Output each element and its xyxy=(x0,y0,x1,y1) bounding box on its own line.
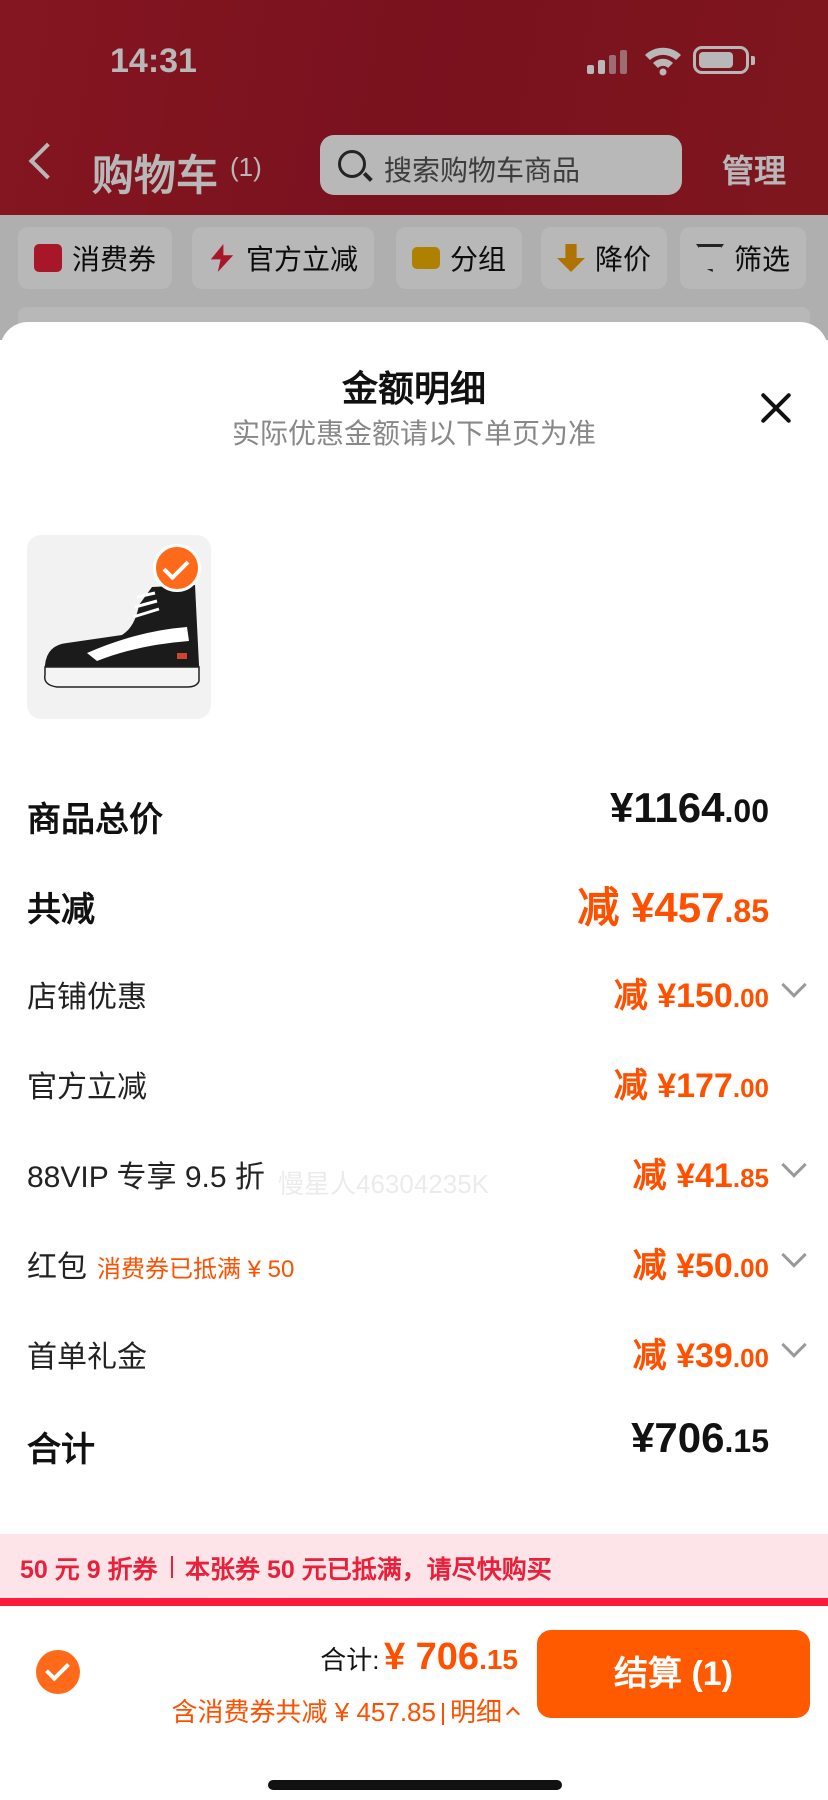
sheet-subtitle: 实际优惠金额请以下单页为准 xyxy=(231,418,596,449)
chevron-down-icon[interactable] xyxy=(781,972,807,998)
row-total-reduce: 共减 减 ¥457.85 xyxy=(27,874,807,934)
checkout-total: 合计: ¥ 706.15 xyxy=(320,1636,518,1679)
row-value: 减 ¥39.00 xyxy=(632,1337,769,1375)
promo-accent-line xyxy=(0,1598,828,1606)
total-label: 合计: xyxy=(320,1645,380,1675)
row-value: 减 ¥177.00 xyxy=(613,1067,769,1105)
close-icon[interactable] xyxy=(756,388,796,428)
divider xyxy=(441,1703,444,1726)
row-label: 共减 xyxy=(27,891,95,929)
row-vip-discount[interactable]: 88VIP 专享 9.5 折 减 ¥41.85 xyxy=(27,1144,807,1204)
row-label: 红包 消费券已抵满 ¥ 50 xyxy=(27,1251,295,1284)
product-selected-checkbox[interactable] xyxy=(153,544,201,592)
row-sum: 合计 ¥706.15 xyxy=(27,1414,807,1474)
row-value: 减 ¥41.85 xyxy=(632,1157,769,1195)
modal-overlay[interactable] xyxy=(0,0,828,340)
sheet-title: 金额明细 xyxy=(341,368,486,409)
row-value: 减 ¥50.00 xyxy=(632,1247,769,1285)
chevron-down-icon[interactable] xyxy=(781,1152,807,1178)
row-shop-discount[interactable]: 店铺优惠 减 ¥150.00 xyxy=(27,964,807,1024)
coupon-promo-strip: 50 元 9 折券 本张券 50 元已抵满，请尽快购买 xyxy=(0,1534,828,1598)
row-value: 减 ¥457.85 xyxy=(577,884,769,931)
row-label: 商品总价 xyxy=(27,801,163,839)
row-label: 首单礼金 xyxy=(27,1341,147,1374)
total-value: ¥ 706.15 xyxy=(383,1636,518,1678)
row-label: 88VIP 专享 9.5 折 xyxy=(27,1161,265,1194)
saving-summary[interactable]: 含消费券共减 ¥ 457.85 明细 xyxy=(171,1692,521,1729)
row-label: 店铺优惠 xyxy=(27,981,147,1014)
row-value: ¥1164.00 xyxy=(610,784,769,831)
red-packet-note: 消费券已抵满 ¥ 50 xyxy=(97,1256,295,1283)
select-all-checkbox[interactable] xyxy=(36,1650,80,1694)
row-value: ¥706.15 xyxy=(631,1414,769,1461)
row-value: 减 ¥150.00 xyxy=(613,977,769,1015)
checkout-button[interactable]: 结算 (1) xyxy=(537,1630,810,1718)
row-label: 合计 xyxy=(27,1431,95,1469)
row-label: 官方立减 xyxy=(27,1071,147,1104)
chevron-up-icon xyxy=(505,1706,521,1722)
saving-text: 含消费券共减 ¥ 457.85 xyxy=(171,1697,436,1727)
coupon-message: 本张券 50 元已抵满，请尽快购买 xyxy=(185,1556,552,1584)
detail-link[interactable]: 明细 xyxy=(450,1697,502,1727)
home-indicator xyxy=(268,1780,562,1790)
coupon-name: 50 元 9 折券 xyxy=(20,1556,158,1584)
row-total-price: 商品总价 ¥1164.00 xyxy=(27,784,807,844)
row-red-packet[interactable]: 红包 消费券已抵满 ¥ 50 减 ¥50.00 xyxy=(27,1234,807,1294)
row-official-discount: 官方立减 减 ¥177.00 xyxy=(27,1054,807,1114)
chevron-down-icon[interactable] xyxy=(781,1332,807,1358)
checkout-bar: 合计: ¥ 706.15 含消费券共减 ¥ 457.85 明细 结算 (1) xyxy=(0,1606,828,1800)
divider xyxy=(171,1556,173,1578)
chevron-down-icon[interactable] xyxy=(781,1242,807,1268)
row-first-order-gift[interactable]: 首单礼金 减 ¥39.00 xyxy=(27,1324,807,1384)
